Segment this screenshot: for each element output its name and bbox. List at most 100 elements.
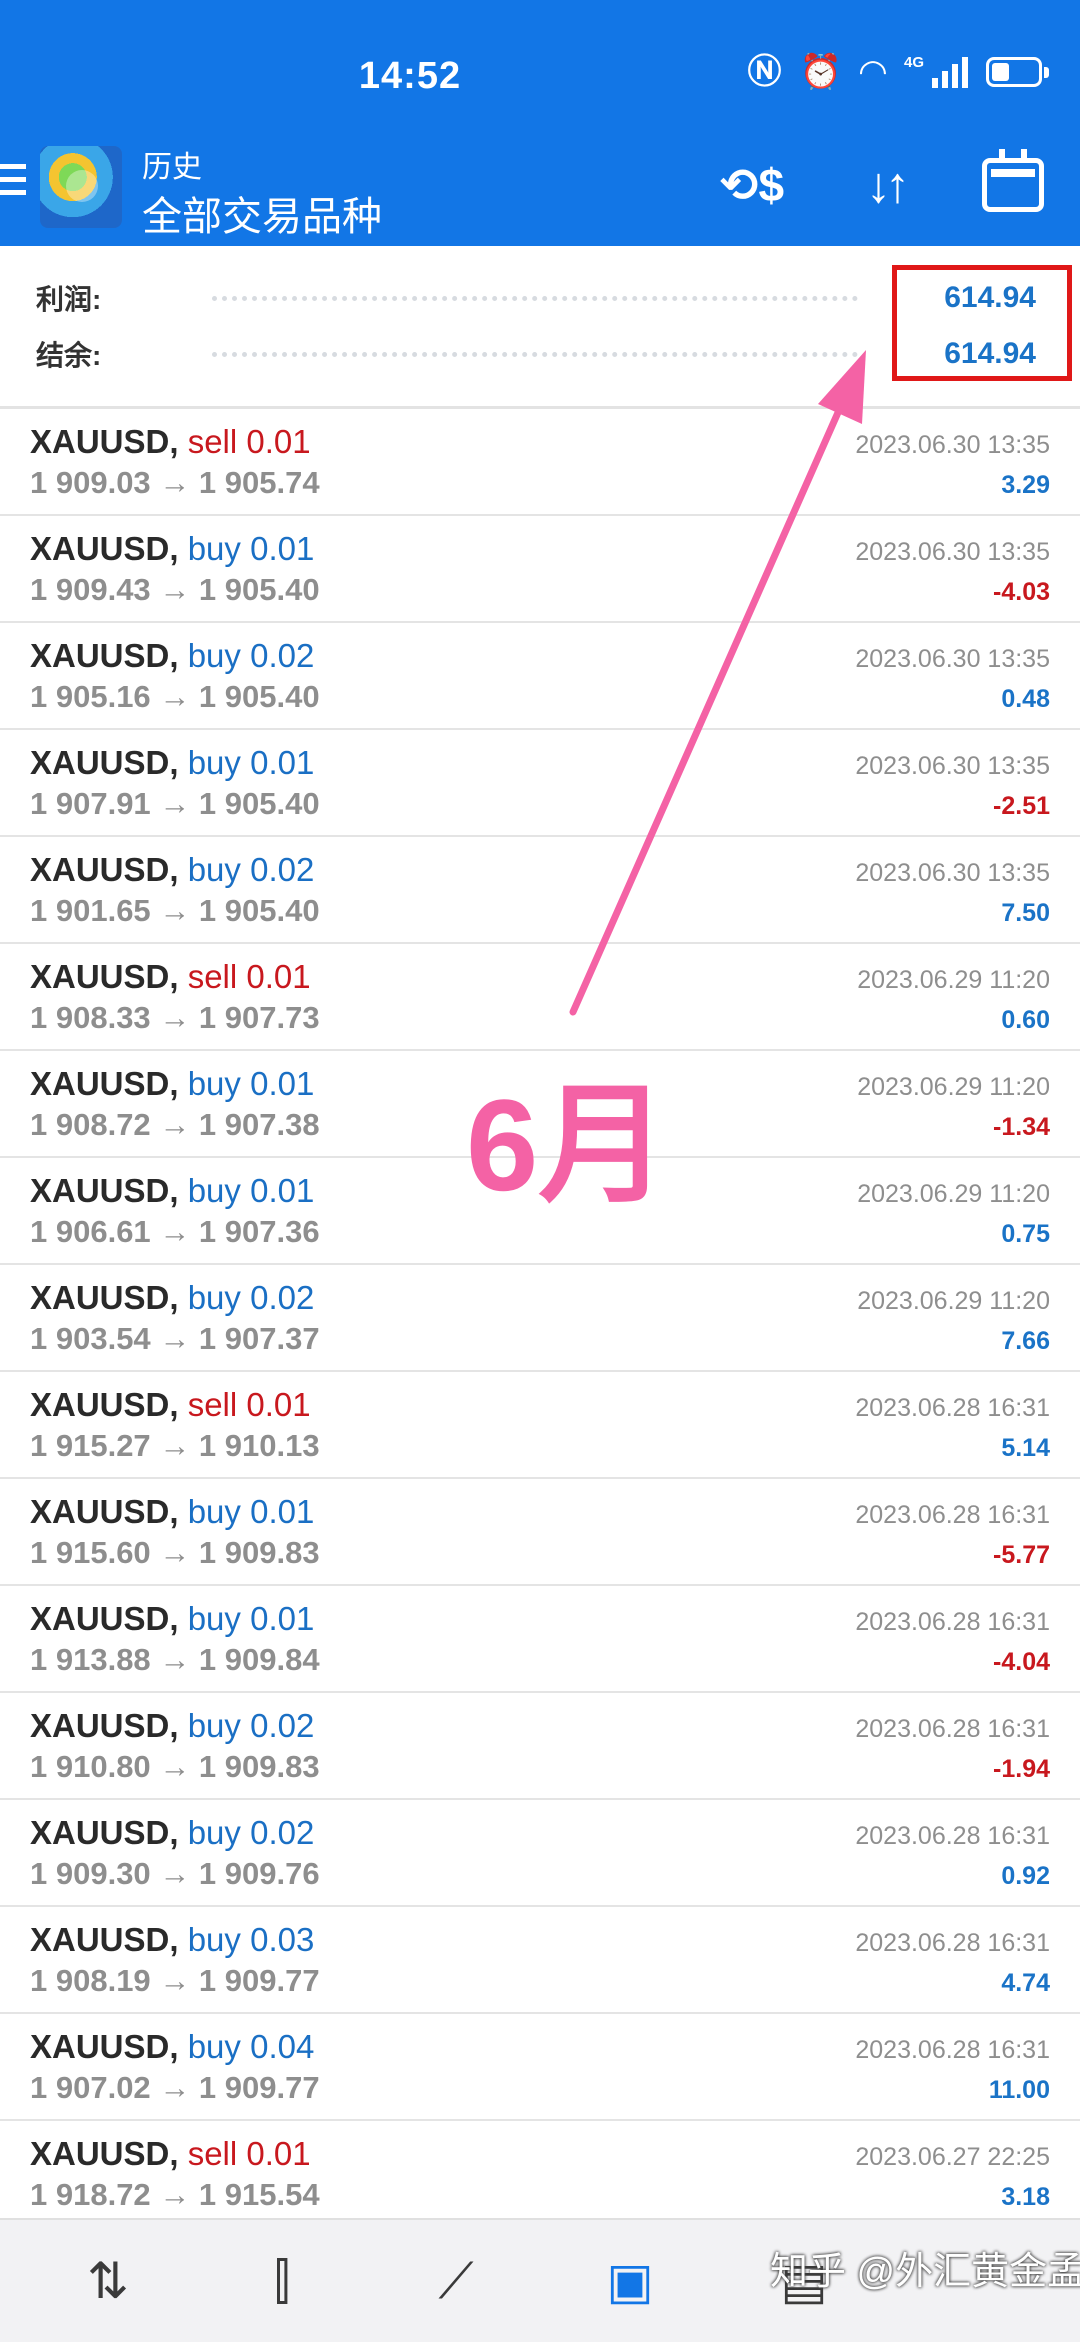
trade-side: buy [187,1172,241,1209]
trade-side: buy [187,530,241,567]
trade-volume: 0.02 [250,1814,315,1851]
balance-label: 结余: [36,340,102,371]
trade-time: 2023.06.29 11:20 [857,1180,1050,1208]
trade-time: 2023.06.28 16:31 [855,1394,1050,1422]
close-price: 1 909.76 [198,1856,320,1891]
close-price: 1 909.77 [198,1963,320,1998]
trade-volume: 0.01 [250,1493,315,1530]
close-price: 1 907.38 [198,1107,320,1142]
trade-row[interactable]: XAUUSD, buy 0.03 1 908.19 → 1 909.77 2023.… [0,1907,1080,2014]
trade-volume: 0.01 [250,1600,315,1637]
trade-prices: 1 909.03 → 1 905.74 [30,465,320,501]
trade-profit: 3.18 [1001,2183,1050,2211]
trade-row[interactable]: XAUUSD, buy 0.01 1 907.91 → 1 905.40 2023.… [0,730,1080,837]
trade-title: XAUUSD, sell 0.01 [30,1386,311,1424]
open-price: 1 903.54 [30,1321,151,1356]
trade-title: XAUUSD, buy 0.02 [30,1814,314,1852]
trade-title: XAUUSD, buy 0.01 [30,1600,314,1638]
trade-volume: 0.01 [250,530,315,567]
trade-prices: 1 918.72 → 1 915.54 [30,2177,320,2213]
close-price: 1 907.37 [198,1321,320,1356]
open-price: 1 913.88 [30,1642,151,1677]
trade-volume: 0.01 [250,1172,315,1209]
arrow-right-icon: → [150,2177,199,2212]
trade-row[interactable]: XAUUSD, buy 0.02 1 903.54 → 1 907.37 2023.… [0,1265,1080,1372]
menu-icon[interactable] [0,164,26,203]
arrow-right-icon: → [150,1535,199,1570]
wifi-icon: ◠ [859,53,886,91]
close-price: 1 909.83 [198,1535,320,1570]
quotes-arrows-icon[interactable]: ⇅ [70,2248,146,2314]
inbox-icon[interactable]: ▣ [592,2248,668,2314]
trade-title: XAUUSD, buy 0.01 [30,530,314,568]
trade-title: XAUUSD, buy 0.02 [30,1279,314,1317]
trade-row[interactable]: XAUUSD, buy 0.02 1 901.65 → 1 905.40 2023.… [0,837,1080,944]
trade-side: buy [187,1493,241,1530]
trade-symbol: XAUUSD, [30,1707,179,1744]
trade-row[interactable]: XAUUSD, sell 0.01 1 909.03 → 1 905.74 2023… [0,409,1080,516]
trade-row[interactable]: XAUUSD, sell 0.01 1 915.27 → 1 910.13 2023… [0,1372,1080,1479]
trade-profit: 0.60 [1001,1006,1050,1034]
close-price: 1 909.77 [198,2070,320,2105]
trade-volume: 0.02 [250,637,315,674]
open-price: 1 907.02 [30,2070,151,2105]
arrow-right-icon: → [150,1214,199,1249]
trade-row[interactable]: XAUUSD, buy 0.02 1 910.80 → 1 909.83 2023.… [0,1693,1080,1800]
arrow-right-icon: → [150,893,199,928]
close-price: 1 907.73 [198,1000,320,1035]
trade-volume: 0.01 [250,1065,315,1102]
close-price: 1 909.83 [198,1749,320,1784]
dotted-leader [212,351,858,357]
arrow-right-icon: → [150,1000,199,1035]
trade-row[interactable]: XAUUSD, buy 0.04 1 907.02 → 1 909.77 2023.… [0,2014,1080,2121]
trade-prices: 1 913.88 → 1 909.84 [30,1642,320,1678]
trade-profit: 0.75 [1001,1220,1050,1248]
trade-line-icon[interactable]: ⟋ [418,2248,494,2314]
trade-row[interactable]: XAUUSD, buy 0.01 1 913.88 → 1 909.84 2023.… [0,1586,1080,1693]
trade-row[interactable]: XAUUSD, buy 0.02 1 909.30 → 1 909.76 2023.… [0,1800,1080,1907]
dotted-leader [212,295,858,301]
symbol-filter-title[interactable]: 全部交易品种 [142,184,382,242]
trade-side: sell [187,958,238,995]
trade-time: 2023.06.28 16:31 [855,1501,1050,1529]
trade-volume: 0.02 [250,1279,315,1316]
trade-profit: 4.74 [1001,1969,1050,1997]
trade-profit: -4.03 [993,578,1050,606]
trade-symbol: XAUUSD, [30,851,179,888]
trade-symbol: XAUUSD, [30,958,179,995]
close-price: 1 909.84 [198,1642,320,1677]
trade-time: 2023.06.30 13:35 [855,752,1050,780]
trade-row[interactable]: XAUUSD, sell 0.01 1 918.72 → 1 915.54 2023… [0,2121,1080,2228]
trade-volume: 0.04 [250,2028,315,2065]
trade-profit: -4.04 [993,1648,1050,1676]
trade-row[interactable]: XAUUSD, buy 0.01 1 915.60 → 1 909.83 2023.… [0,1479,1080,1586]
arrow-right-icon: → [150,1963,199,1998]
open-price: 1 918.72 [30,2177,151,2212]
open-price: 1 910.80 [30,1749,151,1784]
sort-icon[interactable]: ↓↑ [845,150,925,220]
network-type: 4G [903,53,924,71]
candlestick-icon[interactable]: ⫿ [244,2248,320,2314]
calendar-icon[interactable] [982,149,1044,212]
trade-side: buy [187,2028,241,2065]
trade-title: XAUUSD, buy 0.01 [30,1172,314,1210]
trade-history-list: XAUUSD, sell 0.01 1 909.03 → 1 905.74 2023… [0,409,1080,2228]
watermark: 知乎 @外汇黄金孟丹 [770,2251,1080,2293]
trade-time: 2023.06.28 16:31 [855,1929,1050,1957]
signal-icon [932,56,968,88]
trade-row[interactable]: XAUUSD, buy 0.01 1 909.43 → 1 905.40 2023.… [0,516,1080,623]
trade-volume: 0.03 [250,1921,315,1958]
trade-profit: 3.29 [1001,471,1050,499]
arrow-right-icon: → [150,1749,199,1784]
trade-title: XAUUSD, buy 0.01 [30,1065,314,1103]
trade-profit: 0.48 [1001,685,1050,713]
trade-symbol: XAUUSD, [30,1065,179,1102]
trade-row[interactable]: XAUUSD, sell 0.01 1 908.33 → 1 907.73 2023… [0,944,1080,1051]
currency-exchange-icon[interactable]: ⟲$ [712,150,792,220]
trade-row[interactable]: XAUUSD, buy 0.02 1 905.16 → 1 905.40 2023.… [0,623,1080,730]
open-price: 1 915.60 [30,1535,151,1570]
trade-prices: 1 908.33 → 1 907.73 [30,1000,320,1036]
arrow-right-icon: → [150,1856,199,1891]
trade-symbol: XAUUSD, [30,1493,179,1530]
trade-prices: 1 903.54 → 1 907.37 [30,1321,320,1357]
